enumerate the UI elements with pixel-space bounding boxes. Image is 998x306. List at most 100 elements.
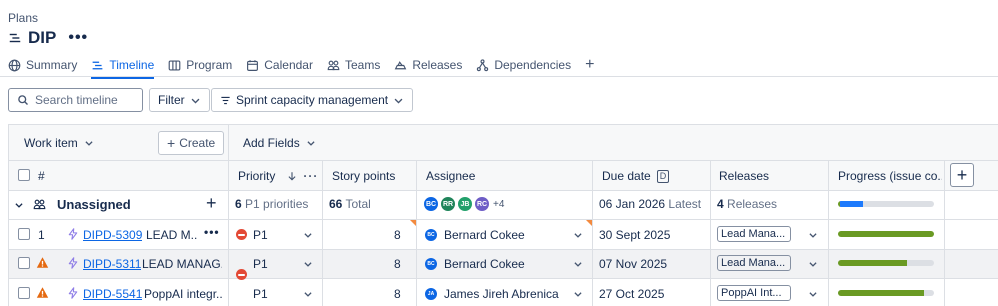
priority-header-label: Priority bbox=[238, 169, 276, 183]
tab-summary[interactable]: Summary bbox=[8, 54, 77, 76]
due-date-value[interactable]: 30 Sept 2025 bbox=[599, 228, 670, 242]
release-pill[interactable]: Lead Mana... bbox=[717, 255, 791, 271]
chevron-down-icon[interactable] bbox=[573, 259, 583, 269]
warning-icon[interactable] bbox=[36, 286, 49, 299]
changed-flag-icon bbox=[410, 220, 416, 226]
add-tab-button[interactable]: + bbox=[585, 57, 594, 73]
story-points-value[interactable]: 8 bbox=[394, 228, 401, 242]
due-date-badge: D bbox=[656, 169, 670, 183]
tab-label: Releases bbox=[412, 58, 463, 72]
column-header-releases[interactable]: Releases bbox=[719, 169, 769, 183]
create-button[interactable]: + Create bbox=[158, 131, 225, 155]
row-checkbox[interactable] bbox=[18, 287, 30, 299]
chevron-down-icon[interactable] bbox=[808, 289, 818, 299]
timeline-icon bbox=[92, 61, 103, 69]
assignee-name[interactable]: James Jireh Abrenica bbox=[444, 287, 559, 301]
priority-value: P1 bbox=[253, 257, 268, 271]
search-input[interactable] bbox=[35, 93, 135, 107]
tab-label: Dependencies bbox=[494, 58, 572, 72]
column-more-icon[interactable]: ··· bbox=[303, 169, 318, 183]
column-header-progress[interactable]: Progress (issue co... bbox=[838, 169, 942, 183]
chevron-down-icon bbox=[307, 141, 315, 146]
issue-key-link[interactable]: DIPD-5541 bbox=[83, 287, 142, 301]
add-fields-button[interactable]: Add Fields bbox=[243, 136, 316, 150]
assignee-name[interactable]: Bernard Cokee bbox=[444, 257, 525, 271]
column-divider bbox=[228, 124, 229, 306]
progress-done-segment bbox=[838, 290, 925, 296]
issue-key-link[interactable]: DIPD-5309 bbox=[83, 228, 142, 242]
search-field[interactable] bbox=[8, 88, 143, 112]
row-progress-bar bbox=[838, 290, 934, 296]
tab-timeline[interactable]: Timeline bbox=[91, 54, 154, 79]
chevron-down-icon[interactable] bbox=[808, 230, 818, 240]
column-header-due-date[interactable]: Due date D bbox=[602, 169, 670, 183]
warning-icon[interactable] bbox=[36, 256, 49, 269]
work-item-menu[interactable]: Work item bbox=[24, 136, 94, 150]
chevron-down-icon[interactable] bbox=[303, 259, 313, 269]
lightning-icon bbox=[68, 287, 78, 299]
due-date-value[interactable]: 27 Oct 2025 bbox=[599, 287, 664, 301]
progress-done-segment bbox=[838, 260, 908, 266]
column-divider bbox=[592, 160, 593, 306]
group-assignees[interactable]: BC RR JB RC +4 bbox=[423, 196, 504, 212]
add-item-button[interactable]: + bbox=[206, 194, 217, 212]
filter-button[interactable]: Filter bbox=[149, 88, 210, 112]
row-checkbox[interactable] bbox=[18, 257, 30, 269]
chevron-down-icon[interactable] bbox=[303, 230, 313, 240]
add-fields-label: Add Fields bbox=[243, 136, 300, 150]
release-pill[interactable]: PoppAI Int... bbox=[717, 285, 791, 301]
tab-calendar[interactable]: Calendar bbox=[246, 54, 313, 76]
add-column-button[interactable]: + bbox=[950, 163, 974, 187]
tab-program[interactable]: Program bbox=[168, 54, 232, 76]
tab-teams[interactable]: Teams bbox=[327, 54, 380, 76]
tab-dependencies[interactable]: Dependencies bbox=[476, 54, 571, 76]
tab-releases[interactable]: Releases bbox=[394, 54, 462, 76]
progress-done-segment bbox=[838, 231, 934, 237]
story-points-value[interactable]: 8 bbox=[394, 287, 401, 301]
column-header-assignee[interactable]: Assignee bbox=[426, 169, 475, 183]
sprint-capacity-button[interactable]: Sprint capacity management bbox=[211, 88, 414, 112]
priority-count: 6 bbox=[235, 197, 242, 211]
tab-label: Calendar bbox=[264, 58, 313, 72]
row-more-button[interactable]: ••• bbox=[204, 225, 220, 239]
points-total: 66 bbox=[329, 197, 343, 211]
select-all-checkbox[interactable] bbox=[18, 169, 30, 181]
create-label: Create bbox=[179, 136, 216, 150]
avatar: RC bbox=[474, 196, 490, 212]
row-checkbox[interactable] bbox=[18, 228, 30, 240]
due-date-value[interactable]: 07 Nov 2025 bbox=[599, 257, 667, 271]
story-points-value[interactable]: 8 bbox=[394, 257, 401, 271]
calendar-icon bbox=[247, 59, 259, 71]
issue-summary[interactable]: PoppAI integr... bbox=[144, 287, 222, 301]
chevron-down-icon[interactable] bbox=[573, 289, 583, 299]
column-divider bbox=[322, 160, 323, 306]
chevron-down-icon[interactable] bbox=[14, 200, 24, 210]
assignee-name[interactable]: Bernard Cokee bbox=[444, 228, 525, 242]
avatar: JA bbox=[425, 288, 437, 300]
issue-summary[interactable]: LEAD M... bbox=[146, 228, 198, 242]
issue-key-link[interactable]: DIPD-5311 bbox=[83, 257, 141, 271]
globe-icon bbox=[8, 59, 21, 71]
tab-bar: Summary Timeline Program Calendar Teams … bbox=[8, 54, 594, 79]
search-icon bbox=[18, 95, 28, 105]
priority-suffix: P1 priorities bbox=[245, 197, 309, 211]
changed-flag-icon bbox=[586, 220, 592, 226]
release-pill[interactable]: Lead Mana... bbox=[717, 226, 791, 242]
chevron-down-icon[interactable] bbox=[303, 289, 313, 299]
issue-summary[interactable]: LEAD MANAG... bbox=[142, 257, 222, 271]
chevron-down-icon[interactable] bbox=[808, 259, 818, 269]
chevron-down-icon bbox=[85, 141, 93, 146]
row-progress-bar bbox=[838, 231, 934, 237]
group-releases-summary: 4 Releases bbox=[717, 197, 777, 211]
more-actions-button[interactable]: ••• bbox=[68, 30, 88, 46]
priority-value: P1 bbox=[253, 287, 268, 301]
chevron-down-icon[interactable] bbox=[573, 230, 583, 240]
avatar: JB bbox=[457, 196, 473, 212]
breadcrumb[interactable]: Plans bbox=[8, 11, 38, 25]
lightning-icon bbox=[68, 228, 78, 240]
column-header-priority[interactable]: Priority ··· bbox=[238, 169, 318, 183]
column-header-story-points[interactable]: Story points bbox=[332, 169, 395, 183]
avatar: RR bbox=[440, 196, 456, 212]
row-progress-bar bbox=[838, 260, 934, 266]
sort-arrow-down-icon bbox=[288, 172, 296, 181]
